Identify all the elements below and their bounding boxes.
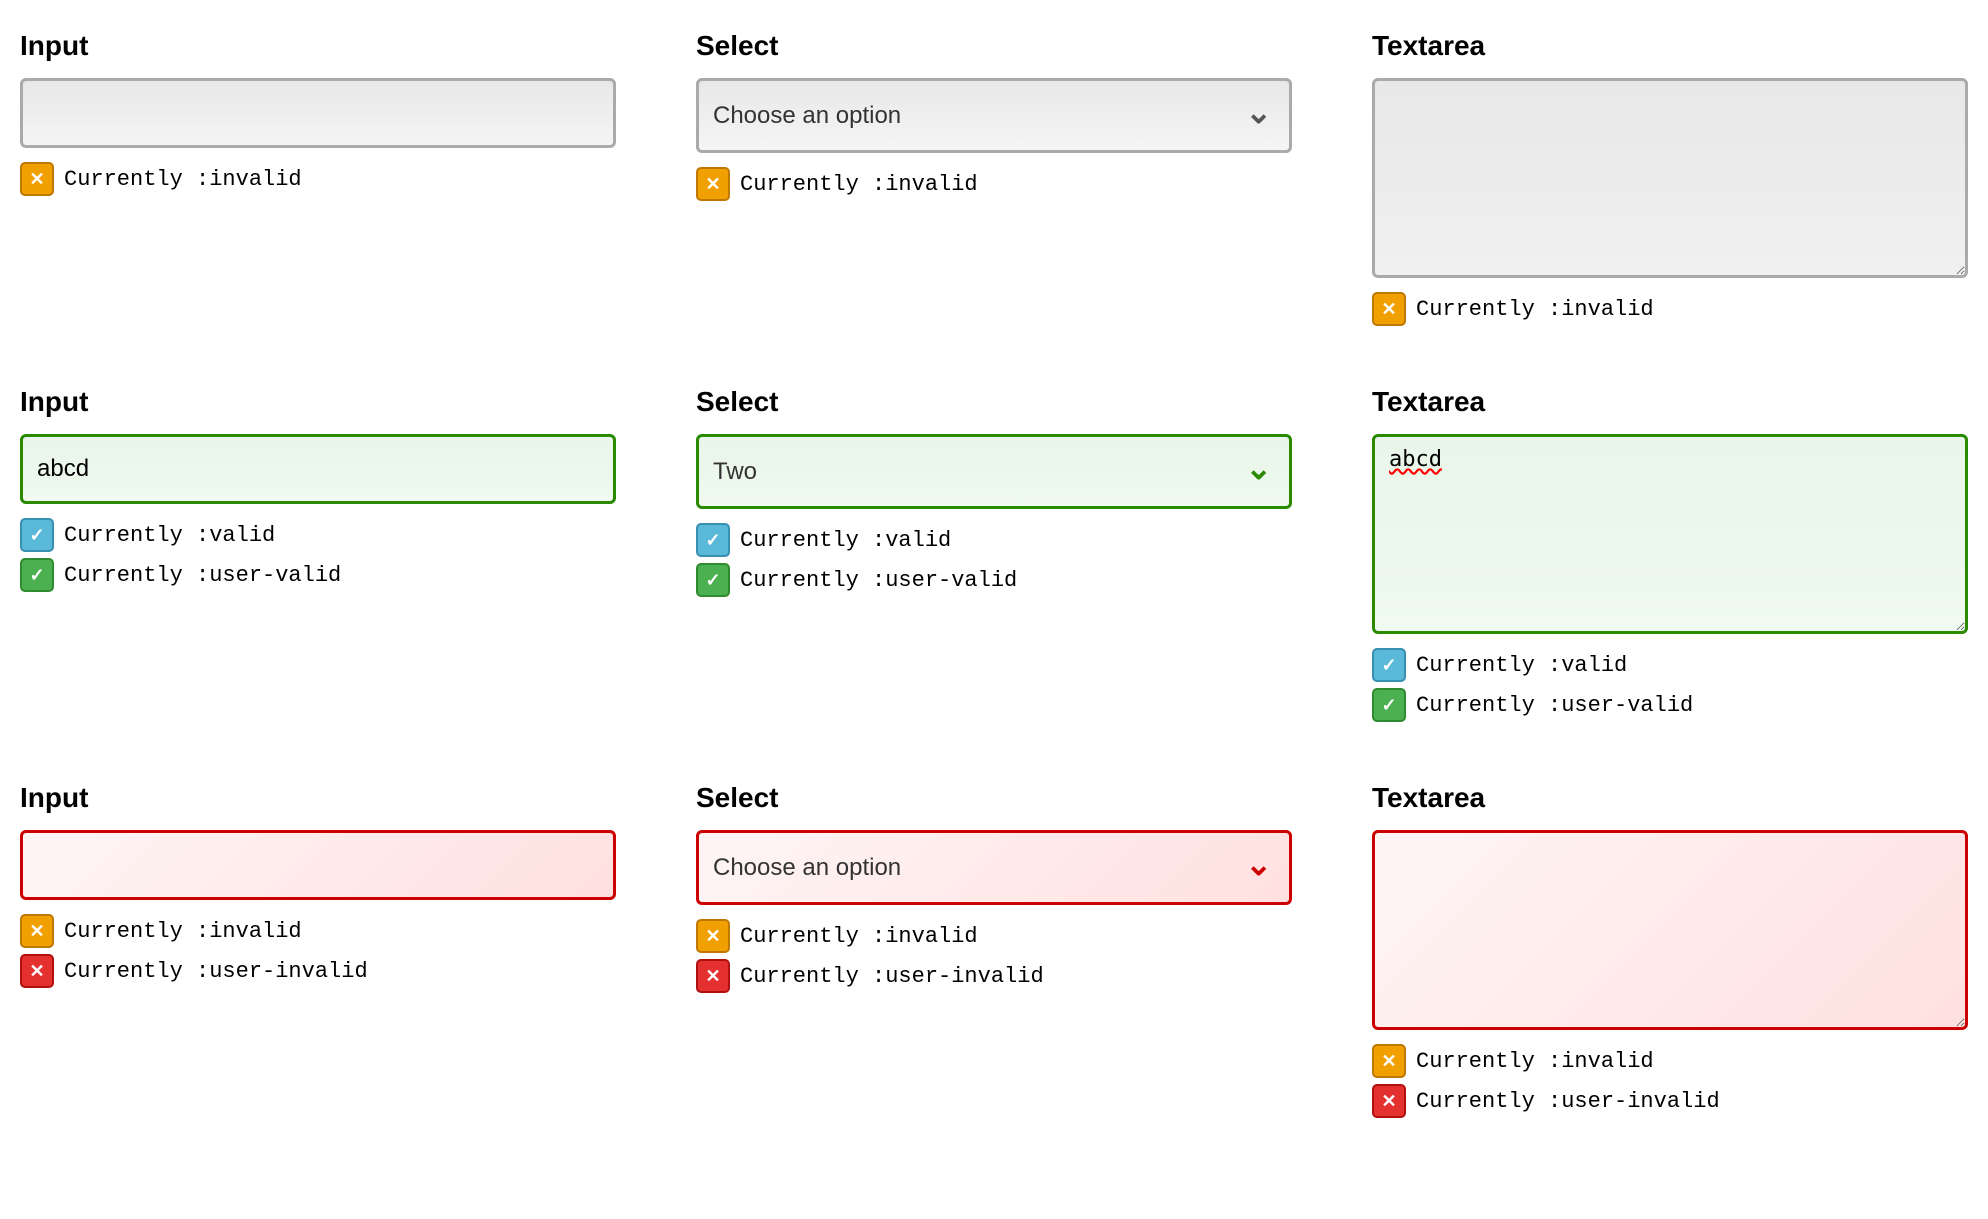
status-list: ✕ Currently :invalid ✕ Currently :user-inva… [1372, 1044, 1968, 1118]
section-label: Input [20, 30, 616, 62]
status-item-0: ✕ Currently :invalid [696, 167, 1292, 201]
select-wrapper: Choose an optionOneTwoThree⌄ [696, 434, 1292, 509]
section-label: Select [696, 782, 1292, 814]
section-label: Textarea [1372, 782, 1968, 814]
status-item-1: ✓ Currently :user-valid [696, 563, 1292, 597]
cell-col1-sec0: Input ✓ Currently :valid ✓ Currently :user-v… [20, 386, 616, 722]
input-field[interactable] [20, 78, 616, 148]
select-wrapper: Choose an optionOneTwoThree⌄ [696, 78, 1292, 153]
status-text: Currently :user-invalid [1416, 1089, 1720, 1114]
cell-col1-sec1: Select Choose an optionOneTwoThree⌄ ✓ Curre… [696, 386, 1292, 722]
status-item-1: ✕ Currently :user-invalid [1372, 1084, 1968, 1118]
orange-badge-icon: ✕ [696, 167, 730, 201]
orange-badge-icon: ✕ [20, 914, 54, 948]
textarea-field[interactable] [1372, 434, 1968, 634]
status-item-0: ✕ Currently :invalid [696, 919, 1292, 953]
status-text: Currently :invalid [1416, 297, 1654, 322]
status-list: ✓ Currently :valid ✓ Currently :user-valid [20, 518, 616, 592]
status-text: Currently :valid [740, 528, 951, 553]
status-item-0: ✕ Currently :invalid [20, 914, 616, 948]
cell-col0-sec2: Textarea ✕ Currently :invalid [1372, 30, 1968, 326]
status-list: ✕ Currently :invalid [696, 167, 1292, 201]
status-item-1: ✓ Currently :user-valid [20, 558, 616, 592]
status-item-0: ✓ Currently :valid [20, 518, 616, 552]
status-text: Currently :user-invalid [740, 964, 1044, 989]
status-list: ✓ Currently :valid ✓ Currently :user-valid [696, 523, 1292, 597]
status-text: Currently :invalid [64, 919, 302, 944]
input-field[interactable] [20, 434, 616, 504]
cell-col0-sec1: Select Choose an optionOneTwoThree⌄ ✕ Curre… [696, 30, 1292, 326]
blue-badge-icon: ✓ [696, 523, 730, 557]
status-text: Currently :invalid [1416, 1049, 1654, 1074]
status-list: ✕ Currently :invalid ✕ Currently :user-inva… [20, 914, 616, 988]
textarea-field[interactable] [1372, 78, 1968, 278]
status-item-0: ✓ Currently :valid [1372, 648, 1968, 682]
status-item-1: ✕ Currently :user-invalid [696, 959, 1292, 993]
status-item-1: ✕ Currently :user-invalid [20, 954, 616, 988]
status-list: ✕ Currently :invalid ✕ Currently :user-inva… [696, 919, 1292, 993]
status-item-0: ✕ Currently :invalid [1372, 1044, 1968, 1078]
orange-badge-icon: ✕ [20, 162, 54, 196]
status-list: ✕ Currently :invalid [1372, 292, 1968, 326]
blue-badge-icon: ✓ [1372, 648, 1406, 682]
input-field[interactable] [20, 830, 616, 900]
section-label: Select [696, 30, 1292, 62]
orange-badge-icon: ✕ [1372, 292, 1406, 326]
section-label: Textarea [1372, 386, 1968, 418]
select-wrapper: Choose an optionOneTwoThree⌄ [696, 830, 1292, 905]
section-label: Input [20, 386, 616, 418]
main-grid: Input ✕ Currently :invalid Select Choose an … [20, 30, 1968, 1118]
status-text: Currently :invalid [740, 172, 978, 197]
red-badge-icon: ✕ [20, 954, 54, 988]
status-text: Currently :invalid [740, 924, 978, 949]
status-text: Currently :valid [1416, 653, 1627, 678]
select-field[interactable]: Choose an optionOneTwoThree [696, 434, 1292, 509]
cell-col2-sec2: Textarea ✕ Currently :invalid ✕ Currently :u… [1372, 782, 1968, 1118]
status-text: Currently :user-valid [740, 568, 1017, 593]
cell-col1-sec2: Textarea ✓ Currently :valid ✓ Currently :use… [1372, 386, 1968, 722]
green-badge-icon: ✓ [696, 563, 730, 597]
cell-col0-sec0: Input ✕ Currently :invalid [20, 30, 616, 326]
section-label: Select [696, 386, 1292, 418]
status-item-0: ✓ Currently :valid [696, 523, 1292, 557]
status-text: Currently :user-valid [1416, 693, 1693, 718]
orange-badge-icon: ✕ [696, 919, 730, 953]
status-item-0: ✕ Currently :invalid [1372, 292, 1968, 326]
select-field[interactable]: Choose an optionOneTwoThree [696, 830, 1292, 905]
section-label: Textarea [1372, 30, 1968, 62]
red-badge-icon: ✕ [1372, 1084, 1406, 1118]
status-text: Currently :user-valid [64, 563, 341, 588]
status-list: ✕ Currently :invalid [20, 162, 616, 196]
status-item-0: ✕ Currently :invalid [20, 162, 616, 196]
status-item-1: ✓ Currently :user-valid [1372, 688, 1968, 722]
textarea-field[interactable] [1372, 830, 1968, 1030]
green-badge-icon: ✓ [1372, 688, 1406, 722]
status-text: Currently :user-invalid [64, 959, 368, 984]
status-text: Currently :valid [64, 523, 275, 548]
status-text: Currently :invalid [64, 167, 302, 192]
cell-col2-sec1: Select Choose an optionOneTwoThree⌄ ✕ Curre… [696, 782, 1292, 1118]
status-list: ✓ Currently :valid ✓ Currently :user-valid [1372, 648, 1968, 722]
green-badge-icon: ✓ [20, 558, 54, 592]
blue-badge-icon: ✓ [20, 518, 54, 552]
red-badge-icon: ✕ [696, 959, 730, 993]
section-label: Input [20, 782, 616, 814]
orange-badge-icon: ✕ [1372, 1044, 1406, 1078]
select-field[interactable]: Choose an optionOneTwoThree [696, 78, 1292, 153]
cell-col2-sec0: Input ✕ Currently :invalid ✕ Currently :user… [20, 782, 616, 1118]
